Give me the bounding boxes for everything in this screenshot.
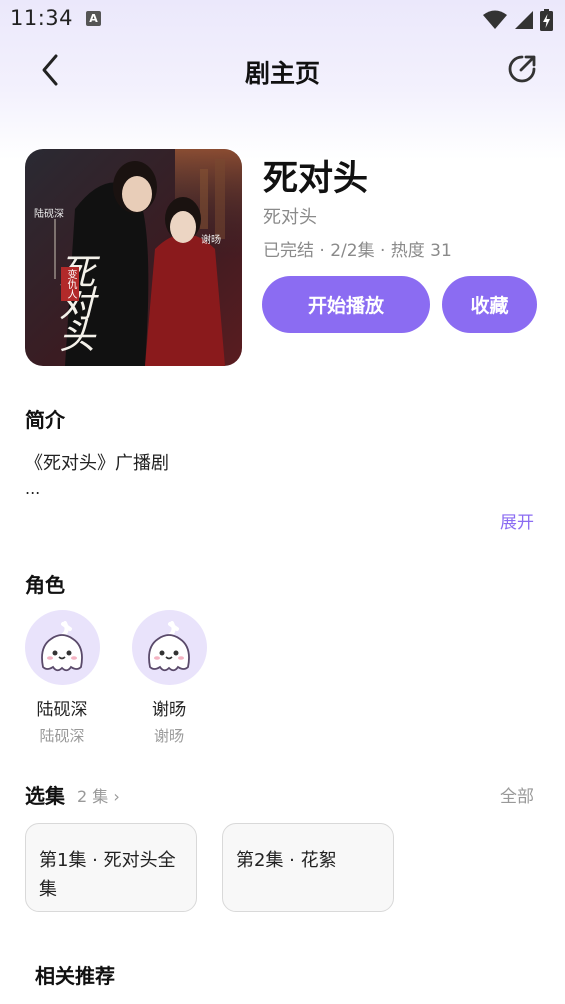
intro-ellipsis: ...	[25, 479, 41, 498]
episode-title: 第1集 · 死对头全	[39, 850, 176, 871]
ghost-mascot-icon	[41, 620, 83, 671]
page-title: 剧主页	[244, 59, 320, 88]
start-play-button[interactable]: 开始播放	[262, 276, 430, 333]
role-cv: 谢旸	[153, 727, 184, 745]
share-icon[interactable]	[505, 52, 539, 86]
role-cv: 陆砚深	[39, 727, 85, 745]
episodes-heading: 选集	[25, 784, 65, 808]
role-card[interactable]: 陆砚深 陆砚深	[17, 610, 107, 746]
role-avatar	[131, 610, 207, 685]
cover-name-right: 谢旸	[201, 235, 221, 246]
top-nav-bar: 剧主页	[0, 44, 565, 96]
recommend-heading: 相关推荐	[35, 964, 115, 988]
status-time: 11:34	[10, 6, 74, 30]
episode-count-link[interactable]: 2 集 ›	[77, 783, 120, 807]
notification-badge-icon: A	[86, 11, 101, 26]
wifi-icon	[483, 10, 507, 29]
cover-name-left: 陆砚深	[34, 209, 64, 220]
intro-heading: 简介	[25, 408, 65, 432]
role-avatar	[24, 610, 100, 685]
cover-tag: 变仇人	[61, 267, 79, 301]
favorite-button[interactable]: 收藏	[442, 276, 537, 333]
all-episodes-link[interactable]: 全部	[500, 782, 534, 807]
expand-intro-link[interactable]: 展开	[500, 508, 534, 533]
intro-text: 《死对头》广播剧	[25, 453, 169, 474]
drama-cover-image[interactable]: 陆砚深 谢旸 死对头 变仇人	[25, 149, 242, 366]
role-name: 陆砚深	[36, 700, 88, 720]
roles-heading: 角色	[25, 573, 65, 597]
signal-icon	[515, 11, 533, 29]
ghost-mascot-icon	[148, 620, 190, 671]
episode-card[interactable]: 第1集 · 死对头全 集	[25, 823, 197, 912]
role-card[interactable]: 谢旸 谢旸	[124, 610, 214, 746]
episode-title: 第2集 · 花絮	[236, 850, 337, 871]
battery-charging-icon	[540, 9, 553, 31]
status-bar: 11:34 A	[0, 0, 565, 38]
episode-title-cont: 集	[39, 879, 57, 900]
drama-subtitle: 死对头	[263, 207, 317, 228]
status-icons	[482, 9, 553, 31]
drama-meta: 已完结 · 2/2集 · 热度 31	[263, 241, 452, 261]
episode-card[interactable]: 第2集 · 花絮	[222, 823, 394, 912]
drama-title: 死对头	[263, 159, 369, 199]
role-name: 谢旸	[152, 700, 186, 720]
